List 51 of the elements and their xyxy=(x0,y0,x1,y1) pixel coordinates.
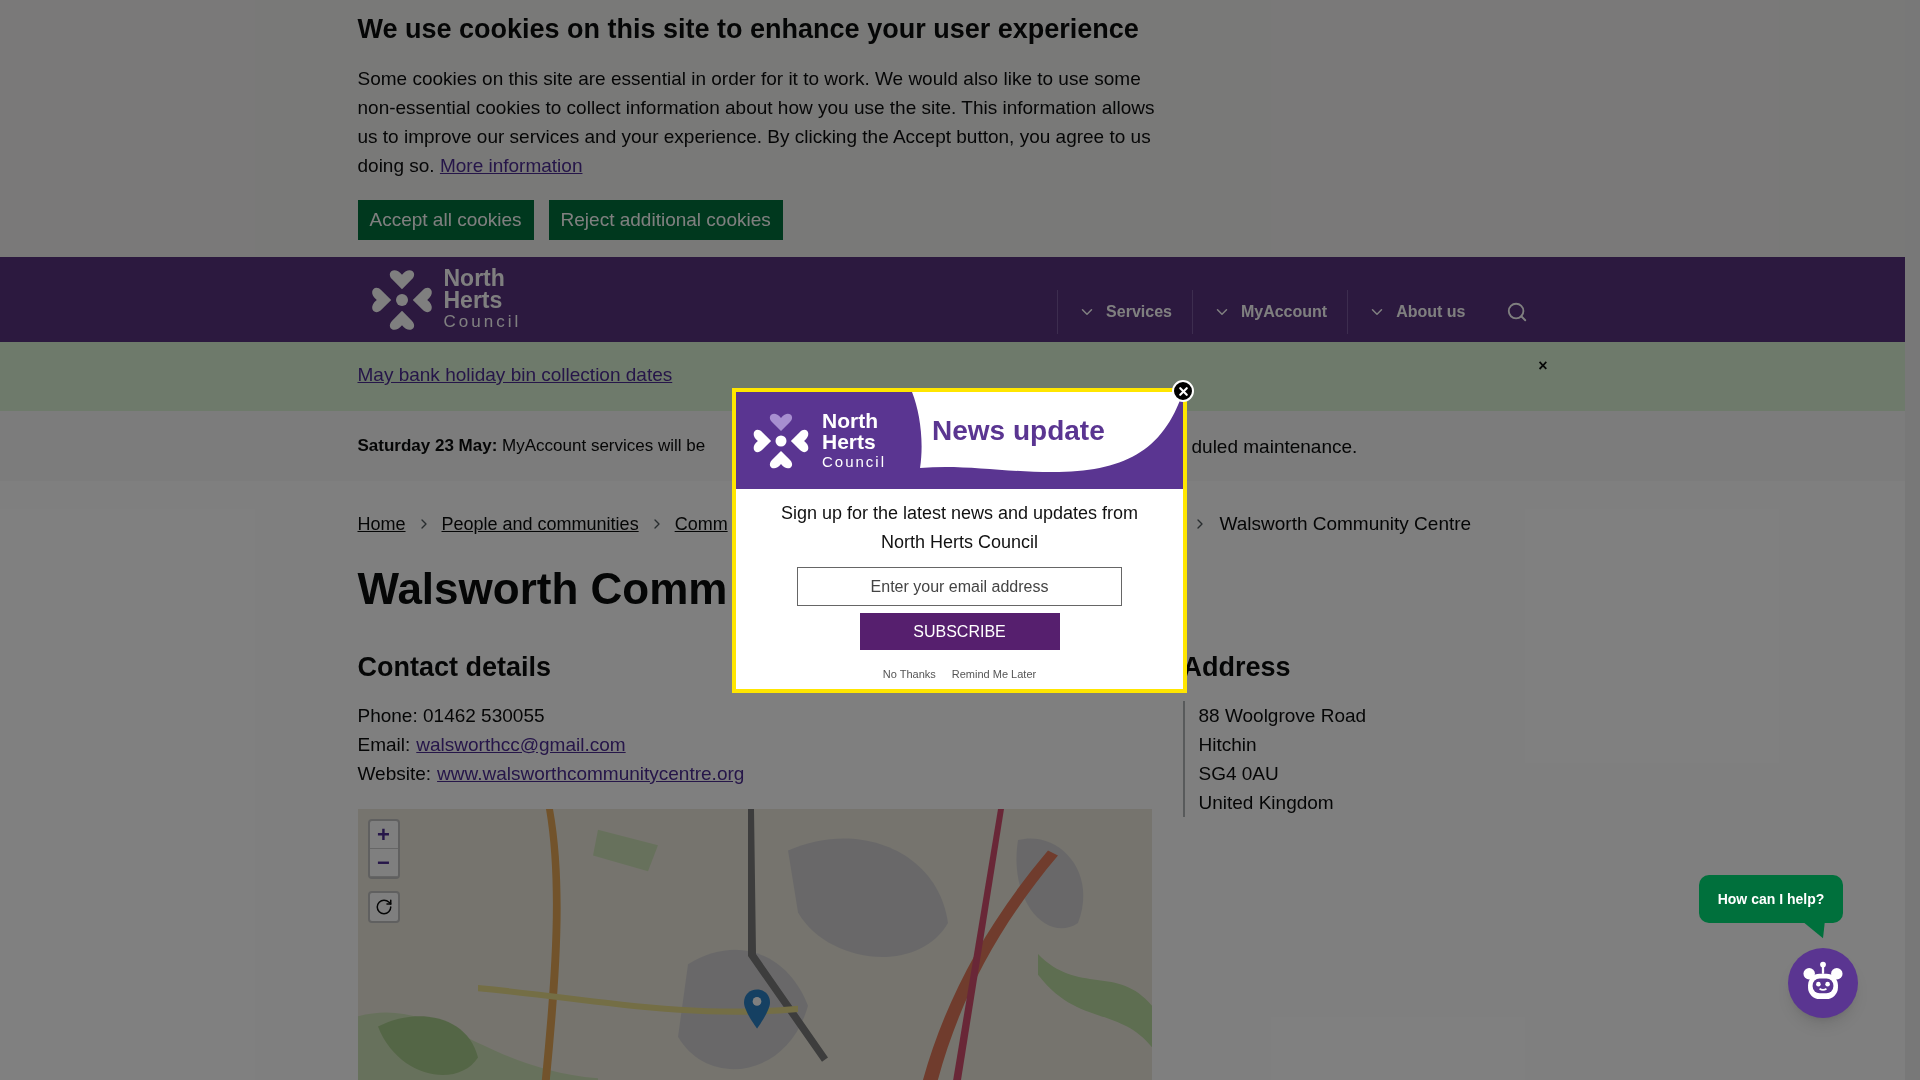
nav-menu-item[interactable]: MyAccount xyxy=(1191,290,1348,334)
logo-text: Herts xyxy=(443,288,504,311)
speech-tail-icon xyxy=(1802,922,1826,940)
zoom-button[interactable]: + xyxy=(369,821,398,849)
popup-text: Sign up for the latest news and updates from North Herts Council xyxy=(779,502,1140,554)
close-alert-button[interactable]: × xyxy=(1538,358,1548,374)
page-title: Walsworth Comm xyxy=(357,562,728,615)
map[interactable]: + − xyxy=(357,809,1152,1080)
cookie-text: Some cookies on this site are essential in order for it to work. We would also like to use some non-essential cookies to collect information about how you use the site. This information allows us to improve our services and your experience. By clicking the Accept button, you agree to us doing so. More information xyxy=(357,67,1156,178)
subscribe-button[interactable]: SUBSCRIBE xyxy=(859,613,1060,650)
address-title: Address xyxy=(1182,650,1292,684)
address-line: Hitchin xyxy=(1198,733,1258,757)
close-icon xyxy=(1176,384,1190,398)
alert-link[interactable]: May bank holiday bin collection dates xyxy=(357,361,673,390)
reset-view-button[interactable] xyxy=(367,891,400,923)
logo-text: North xyxy=(822,409,879,431)
cookie-title: We use cookies on this site to enhance your user experience xyxy=(357,13,1140,46)
zoom-button[interactable]: − xyxy=(369,849,398,877)
popup-title: News update xyxy=(932,414,1105,448)
logo-text: Council xyxy=(443,310,522,333)
address-line: 88 Woolgrove Road xyxy=(1198,704,1368,728)
chat-bubble[interactable]: How can I help? xyxy=(1699,875,1843,923)
cookie-button[interactable]: Reject additional cookies xyxy=(548,200,783,240)
chat-bubble-text: How can I help? xyxy=(1717,889,1825,909)
breadcrumb-link[interactable]: Home xyxy=(357,510,406,538)
website-link[interactable]: www.walsworthcommunitycentre.org xyxy=(437,759,745,788)
breadcrumb-link[interactable]: Comm xyxy=(674,510,728,538)
nav-menu-item[interactable]: Services xyxy=(1057,290,1192,334)
notice-text: duled maintenance. xyxy=(1191,435,1359,459)
rotate-icon xyxy=(374,898,393,916)
website-label: Website: xyxy=(357,762,432,786)
cookie-button[interactable]: Accept all cookies xyxy=(357,200,534,240)
notice-text: Saturday 23 May: MyAccount services will be xyxy=(357,435,706,457)
contact-title: Contact details xyxy=(357,650,552,684)
search-icon xyxy=(1505,301,1528,323)
email-link[interactable]: walsworthcc@gmail.com xyxy=(416,730,626,759)
popup-link[interactable]: No Thanks xyxy=(882,666,936,683)
address-line: United Kingdom xyxy=(1198,791,1335,815)
phone-text: Phone: 01462 530055 xyxy=(357,704,546,728)
breadcrumb-current: Walsworth Community Centre xyxy=(1219,512,1472,536)
more-information-link[interactable]: More information xyxy=(439,155,583,176)
logo-text: North xyxy=(443,266,506,289)
email-input[interactable]: Enter your email address xyxy=(797,567,1122,606)
map-pin-icon xyxy=(743,989,770,1029)
nav-menu-item[interactable]: About us xyxy=(1347,290,1486,334)
email-label: Email: xyxy=(357,733,411,757)
popup-link[interactable]: Remind Me Later xyxy=(951,666,1037,683)
logo-text: Council xyxy=(822,451,887,472)
logo-text: Herts xyxy=(822,430,877,452)
breadcrumb-link[interactable]: People and communities xyxy=(441,510,639,538)
address-line: SG4 0AU xyxy=(1198,762,1280,786)
